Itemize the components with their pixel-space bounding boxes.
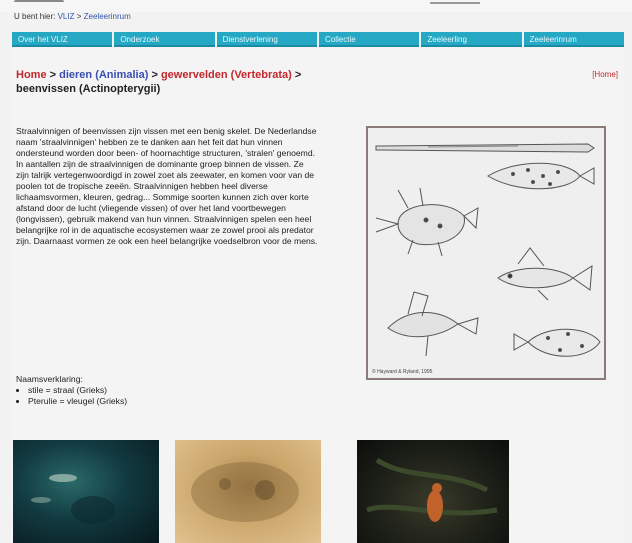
breadcrumb-prefix: U bent hier: — [14, 12, 56, 21]
crumb-gewervelden-name: gewervelden — [160, 69, 228, 81]
crumb-gewervelden-latin: (Vertebrata) — [230, 69, 292, 81]
name-explanation-heading: Naamsverklaring: — [16, 374, 83, 384]
photo-thumbnail-3[interactable] — [357, 440, 509, 543]
crumb-dieren-name: dieren — [59, 69, 93, 81]
breadcrumb-separator: > — [76, 12, 82, 21]
photo-fish-school — [31, 474, 115, 524]
crumb-separator: > — [49, 69, 57, 81]
photo-flatfish — [191, 462, 299, 522]
photo-thumbnail-2[interactable] — [175, 440, 321, 543]
description-paragraph: Straalvinnigen of beenvissen zijn vissen… — [16, 126, 318, 247]
crumb-gewervelden-link[interactable]: gewervelden (Vertebrata) — [161, 69, 292, 81]
list-item: Pterulie = vleugel (Grieks) — [28, 396, 316, 407]
home-link[interactable]: [Home] — [592, 70, 618, 79]
main-navigation: Over het VLIZ Onderzoek Dienstverlening … — [12, 32, 624, 47]
breadcrumb: U bent hier: VLIZ > Zeeleerinrum — [14, 12, 131, 21]
nav-tab-zeeleerling[interactable]: Zeeleerling — [421, 32, 522, 47]
main-content: Home > dieren (Animalia) > gewervelden (… — [12, 48, 624, 543]
crumb-separator: > — [151, 69, 158, 81]
fish-drawings — [375, 143, 601, 357]
taxonomy-breadcrumb: Home > dieren (Animalia) > gewervelden (… — [16, 68, 436, 96]
crumb-home-link[interactable]: Home — [16, 69, 47, 81]
illustration-caption: © Hayward & Ryland, 1995 — [372, 369, 433, 375]
crumb-separator: > — [294, 69, 302, 81]
nav-tab-over-vliz[interactable]: Over het VLIZ — [12, 32, 113, 47]
nav-tab-zeeleerinrum[interactable]: Zeeleerinrum — [523, 32, 624, 47]
list-item: stile = straal (Grieks) — [28, 385, 316, 396]
photo-thumbnail-1[interactable] — [13, 440, 159, 543]
divider — [430, 2, 480, 4]
breadcrumb-home-link[interactable]: VLIZ — [58, 12, 75, 21]
crumb-dieren-latin: (Animalia) — [95, 69, 149, 81]
name-explanation: Naamsverklaring: stile = straal (Grieks)… — [16, 374, 316, 407]
nav-tab-collectie[interactable]: Collectie — [318, 32, 420, 47]
nav-tab-dienstverlening[interactable]: Dienstverlening — [216, 32, 317, 47]
nav-tab-onderzoek[interactable]: Onderzoek — [114, 32, 215, 47]
logo-fragment — [14, 0, 64, 8]
fish-illustration[interactable]: © Hayward & Ryland, 1995 — [366, 126, 606, 380]
name-explanation-list: stile = straal (Grieks) Pterulie = vleug… — [16, 385, 316, 407]
page-title: beenvissen (Actinopterygii) — [16, 83, 161, 95]
top-strip — [0, 0, 632, 12]
crumb-dieren-link[interactable]: dieren (Animalia) — [59, 69, 148, 81]
breadcrumb-current-link[interactable]: Zeeleerinrum — [84, 12, 131, 21]
photo-seahorse — [366, 457, 498, 522]
